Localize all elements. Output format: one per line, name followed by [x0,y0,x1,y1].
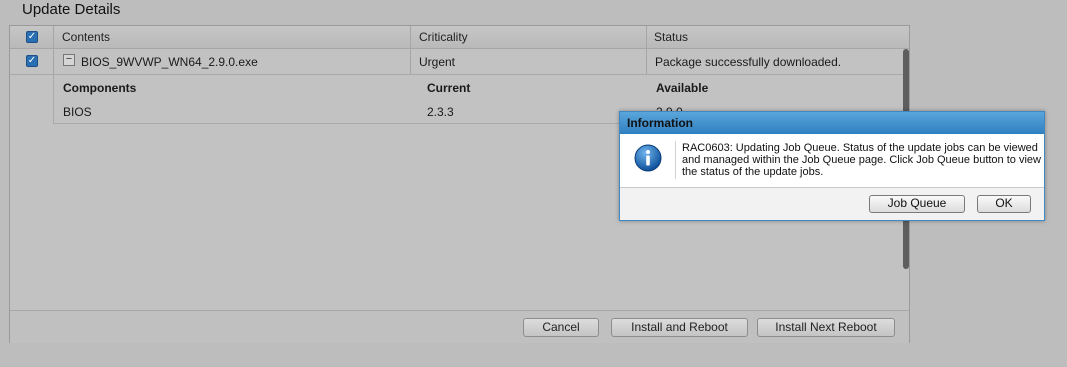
section-title: Update Details [22,1,121,18]
current-header: Current [427,81,471,95]
cancel-button[interactable]: Cancel [523,318,599,337]
dialog-title: Information [620,112,1044,134]
collapse-toggle[interactable]: − [63,54,75,66]
select-all-checkbox[interactable]: ✓ [26,31,38,43]
column-divider [410,26,411,48]
grid-header: ✓ Contents Criticality Status [10,26,909,49]
ok-button[interactable]: OK [977,195,1031,213]
column-divider [53,26,54,48]
information-dialog: Information RAC0603: Updating Job Queue.… [619,111,1045,221]
column-divider [410,49,411,74]
column-divider [53,49,54,74]
column-divider [646,49,647,74]
job-queue-button[interactable]: Job Queue [869,195,965,213]
available-header: Available [656,81,709,95]
dialog-message: RAC0603: Updating Job Queue. Status of t… [682,142,1041,178]
components-header: Components [63,81,137,95]
column-header-criticality[interactable]: Criticality [419,30,468,44]
info-icon [634,144,662,172]
column-header-status[interactable]: Status [654,30,688,44]
footer-bar: Cancel Install and Reboot Install Next R… [10,310,909,343]
row-checkbox[interactable]: ✓ [26,55,38,67]
current-version: 2.3.3 [427,105,454,119]
install-next-reboot-button[interactable]: Install Next Reboot [757,318,895,337]
status-value: Package successfully downloaded. [655,55,842,69]
component-name: BIOS [63,105,92,119]
package-name: BIOS_9WVWP_WN64_2.9.0.exe [81,55,258,69]
table-row[interactable]: ✓ − BIOS_9WVWP_WN64_2.9.0.exe Urgent Pac… [10,49,903,75]
column-divider [646,26,647,48]
install-and-reboot-button[interactable]: Install and Reboot [611,318,748,337]
dialog-body: RAC0603: Updating Job Queue. Status of t… [620,134,1044,188]
dialog-divider [675,141,676,179]
criticality-value: Urgent [419,55,456,69]
column-header-contents[interactable]: Contents [62,30,110,44]
